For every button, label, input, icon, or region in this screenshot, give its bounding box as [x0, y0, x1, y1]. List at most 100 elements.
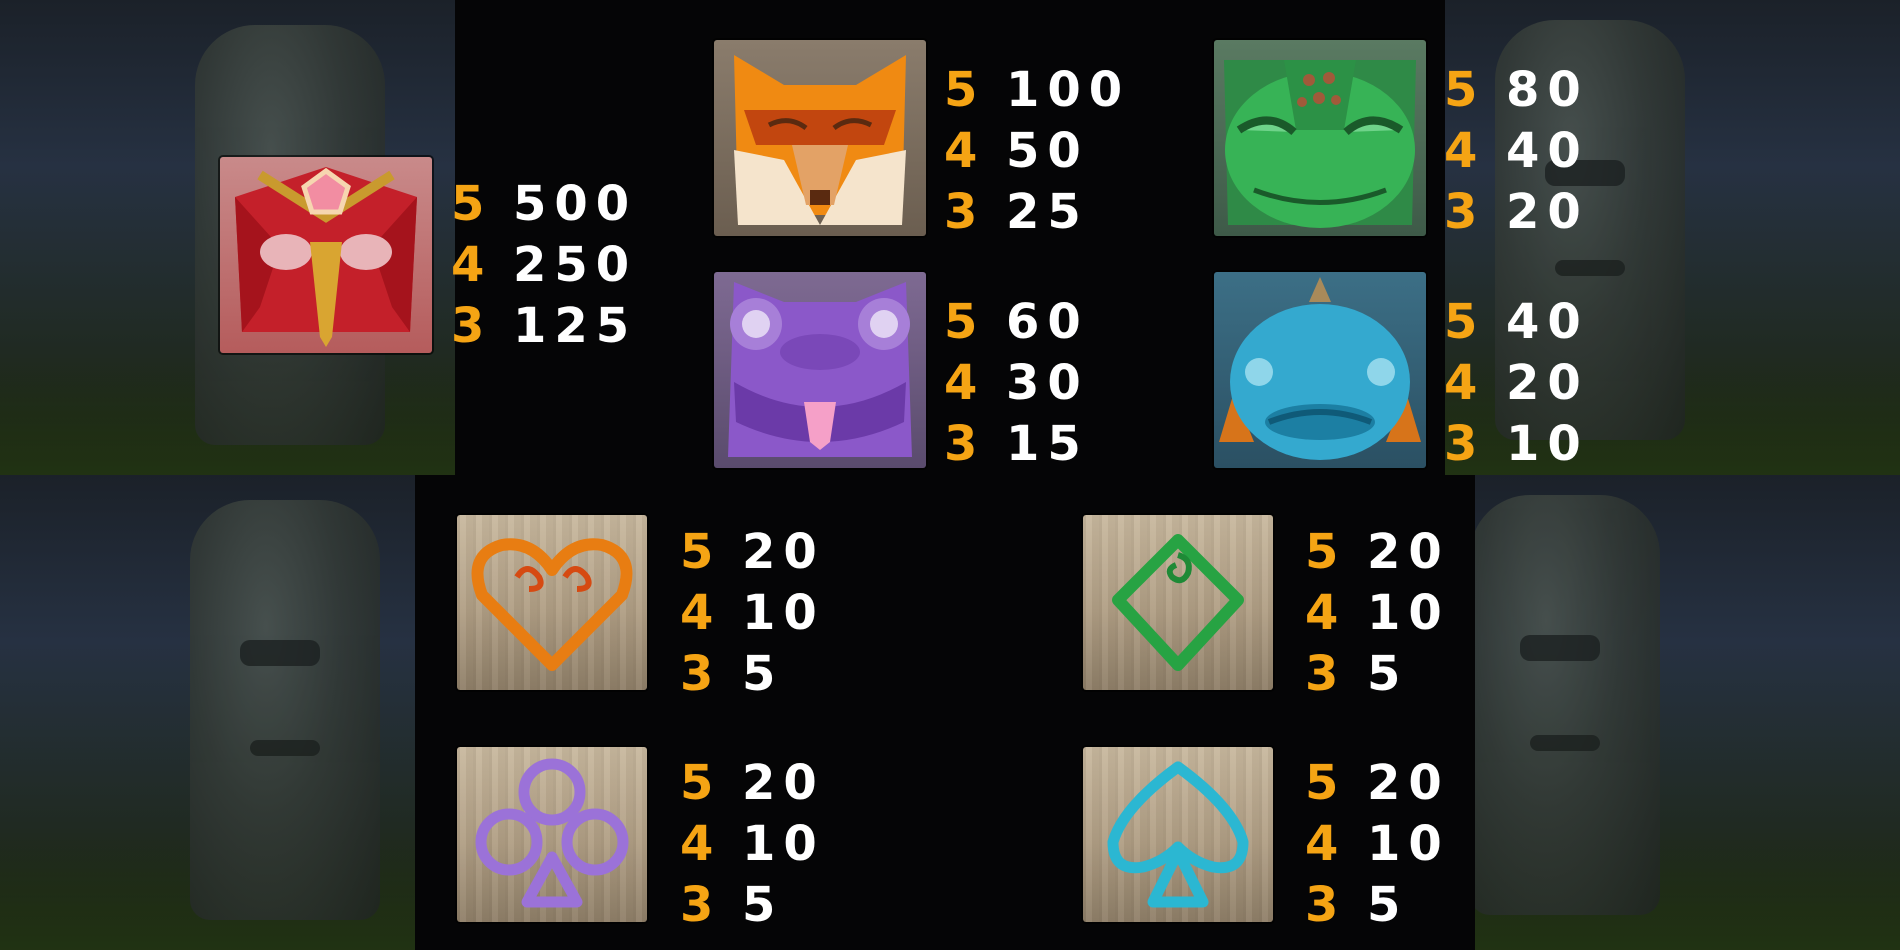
payout-amount: 10: [1367, 816, 1450, 872]
match-count: 3: [680, 877, 722, 933]
orange-heart-icon: [457, 515, 647, 690]
match-count: 3: [1444, 184, 1486, 240]
stone-statue-image: [1470, 495, 1660, 915]
paytable-heart: 5 20 4 10 35: [680, 522, 825, 705]
paytable-fox: 5 100 4 50 3 25: [944, 60, 1130, 243]
payout-amount: 20: [742, 524, 825, 580]
payout-row: 4 40: [1444, 121, 1589, 182]
payout-row: 3 125: [451, 296, 637, 357]
paytable-spade: 5 20 4 10 35: [1305, 753, 1450, 936]
payout-row: 35: [1305, 875, 1450, 936]
match-count: 5: [1305, 524, 1347, 580]
payout-row: 4 10: [1305, 583, 1450, 644]
purple-club-icon: [457, 747, 647, 922]
payout-amount: 10: [742, 585, 825, 641]
payout-amount: 250: [513, 237, 638, 293]
payout-row: 4 50: [944, 121, 1130, 182]
paytable-screen: 5 500 4 250 3 125 5 100 4 50 3 25 5 80 4…: [0, 0, 1900, 950]
payout-row: 4 10: [680, 583, 825, 644]
match-count: 4: [1305, 585, 1347, 641]
payout-row: 4 250: [451, 235, 637, 296]
match-count: 4: [944, 123, 986, 179]
payout-amount: 80: [1506, 62, 1589, 118]
payout-amount: 20: [1367, 755, 1450, 811]
payout-amount: 500: [513, 176, 638, 232]
match-count: 3: [944, 416, 986, 472]
match-count: 4: [944, 355, 986, 411]
payout-row: 3 25: [944, 182, 1130, 243]
match-count: 3: [1305, 646, 1347, 702]
payout-row: 35: [680, 644, 825, 705]
match-count: 4: [1444, 123, 1486, 179]
green-diamond-icon: [1083, 515, 1273, 690]
payout-row: 4 10: [1305, 814, 1450, 875]
paytable-fish: 5 40 4 20 3 10: [1444, 292, 1589, 475]
purple-toad-mask-icon: [714, 272, 926, 468]
payout-amount: 5: [742, 877, 784, 933]
match-count: 3: [1305, 877, 1347, 933]
payout-amount: 40: [1506, 294, 1589, 350]
match-count: 4: [1305, 816, 1347, 872]
green-frog-mask-icon: [1214, 40, 1426, 236]
red-owl-mask-icon: [220, 157, 432, 353]
payout-row: 3 20: [1444, 182, 1589, 243]
payout-row: 5 60: [944, 292, 1089, 353]
payout-row: 3 15: [944, 414, 1089, 475]
payout-row: 5 20: [1305, 753, 1450, 814]
payout-amount: 15: [1006, 416, 1089, 472]
payout-row: 5 20: [680, 753, 825, 814]
match-count: 4: [680, 816, 722, 872]
match-count: 4: [1444, 355, 1486, 411]
payout-amount: 10: [1506, 416, 1589, 472]
payout-amount: 50: [1006, 123, 1089, 179]
match-count: 5: [1305, 755, 1347, 811]
match-count: 5: [944, 62, 986, 118]
match-count: 5: [451, 176, 493, 232]
payout-row: 4 30: [944, 353, 1089, 414]
payout-amount: 60: [1006, 294, 1089, 350]
payout-row: 3 10: [1444, 414, 1589, 475]
payout-row: 5 20: [1305, 522, 1450, 583]
match-count: 3: [680, 646, 722, 702]
payout-row: 4 20: [1444, 353, 1589, 414]
payout-amount: 125: [513, 298, 638, 354]
match-count: 5: [680, 524, 722, 580]
payout-amount: 20: [1506, 355, 1589, 411]
payout-row: 5 40: [1444, 292, 1589, 353]
payout-row: 5 500: [451, 174, 637, 235]
match-count: 3: [944, 184, 986, 240]
payout-row: 35: [680, 875, 825, 936]
blue-spade-icon: [1083, 747, 1273, 922]
payout-row: 35: [1305, 644, 1450, 705]
payout-amount: 20: [742, 755, 825, 811]
match-count: 4: [680, 585, 722, 641]
match-count: 5: [944, 294, 986, 350]
payout-amount: 100: [1006, 62, 1131, 118]
match-count: 5: [680, 755, 722, 811]
payout-amount: 30: [1006, 355, 1089, 411]
payout-amount: 5: [1367, 877, 1409, 933]
blue-fish-mask-icon: [1214, 272, 1426, 468]
match-count: 5: [1444, 62, 1486, 118]
match-count: 5: [1444, 294, 1486, 350]
paytable-club: 5 20 4 10 35: [680, 753, 825, 936]
payout-row: 4 10: [680, 814, 825, 875]
match-count: 3: [1444, 416, 1486, 472]
payout-amount: 10: [742, 816, 825, 872]
payout-amount: 20: [1367, 524, 1450, 580]
payout-amount: 20: [1506, 184, 1589, 240]
payout-amount: 40: [1506, 123, 1589, 179]
payout-row: 5 80: [1444, 60, 1589, 121]
payout-amount: 10: [1367, 585, 1450, 641]
payout-amount: 5: [742, 646, 784, 702]
paytable-frog: 5 80 4 40 3 20: [1444, 60, 1589, 243]
paytable-diamond: 5 20 4 10 35: [1305, 522, 1450, 705]
paytable-toad: 5 60 4 30 3 15: [944, 292, 1089, 475]
payout-row: 5 100: [944, 60, 1130, 121]
match-count: 4: [451, 237, 493, 293]
orange-fox-mask-icon: [714, 40, 926, 236]
paytable-owl: 5 500 4 250 3 125: [451, 174, 637, 357]
payout-amount: 5: [1367, 646, 1409, 702]
match-count: 3: [451, 298, 493, 354]
payout-amount: 25: [1006, 184, 1089, 240]
